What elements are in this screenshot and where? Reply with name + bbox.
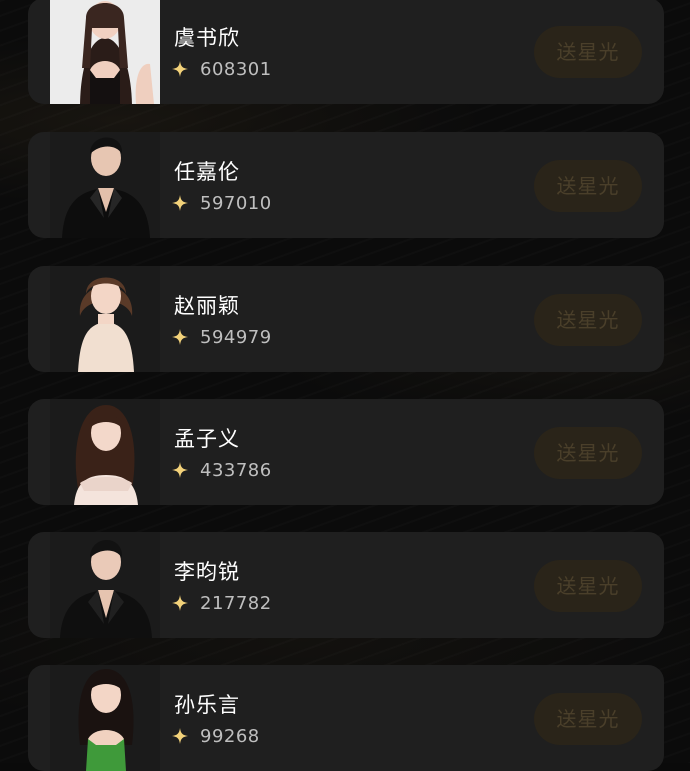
score-value: 608301 [200,58,272,80]
avatar [50,132,160,238]
score-value: 597010 [200,192,272,214]
avatar [50,532,160,638]
ranking-card: 孙乐言 99268 送星光 [28,665,664,771]
score-value: 594979 [200,326,272,348]
celebrity-name: 赵丽颖 [174,294,240,318]
score-row: 99268 [172,725,260,747]
sparkle-star-icon [172,61,188,77]
avatar [50,0,160,104]
celebrity-name: 李昀锐 [174,560,240,584]
celebrity-name: 虞书欣 [174,26,240,50]
send-starlight-button[interactable]: 送星光 [534,560,642,612]
score-row: 217782 [172,592,272,614]
avatar [50,665,160,771]
sparkle-star-icon [172,462,188,478]
celebrity-name: 孙乐言 [174,693,240,717]
send-starlight-button[interactable]: 送星光 [534,160,642,212]
score-row: 594979 [172,326,272,348]
avatar [50,266,160,372]
ranking-card: 李昀锐 217782 送星光 [28,532,664,638]
score-row: 433786 [172,459,272,481]
send-starlight-button[interactable]: 送星光 [534,26,642,78]
sparkle-star-icon [172,195,188,211]
ranking-card: 任嘉伦 597010 送星光 [28,132,664,238]
ranking-list: 虞书欣 608301 送星光 任嘉伦 597010 送星光 赵丽颖 594979… [0,0,690,771]
ranking-card: 虞书欣 608301 送星光 [28,0,664,104]
score-value: 99268 [200,725,260,747]
avatar [50,399,160,505]
score-row: 608301 [172,58,272,80]
celebrity-name: 任嘉伦 [174,160,240,184]
ranking-card: 赵丽颖 594979 送星光 [28,266,664,372]
send-starlight-button[interactable]: 送星光 [534,294,642,346]
score-value: 217782 [200,592,272,614]
sparkle-star-icon [172,329,188,345]
sparkle-star-icon [172,595,188,611]
score-value: 433786 [200,459,272,481]
sparkle-star-icon [172,728,188,744]
celebrity-name: 孟子义 [174,427,240,451]
send-starlight-button[interactable]: 送星光 [534,693,642,745]
score-row: 597010 [172,192,272,214]
ranking-card: 孟子义 433786 送星光 [28,399,664,505]
send-starlight-button[interactable]: 送星光 [534,427,642,479]
